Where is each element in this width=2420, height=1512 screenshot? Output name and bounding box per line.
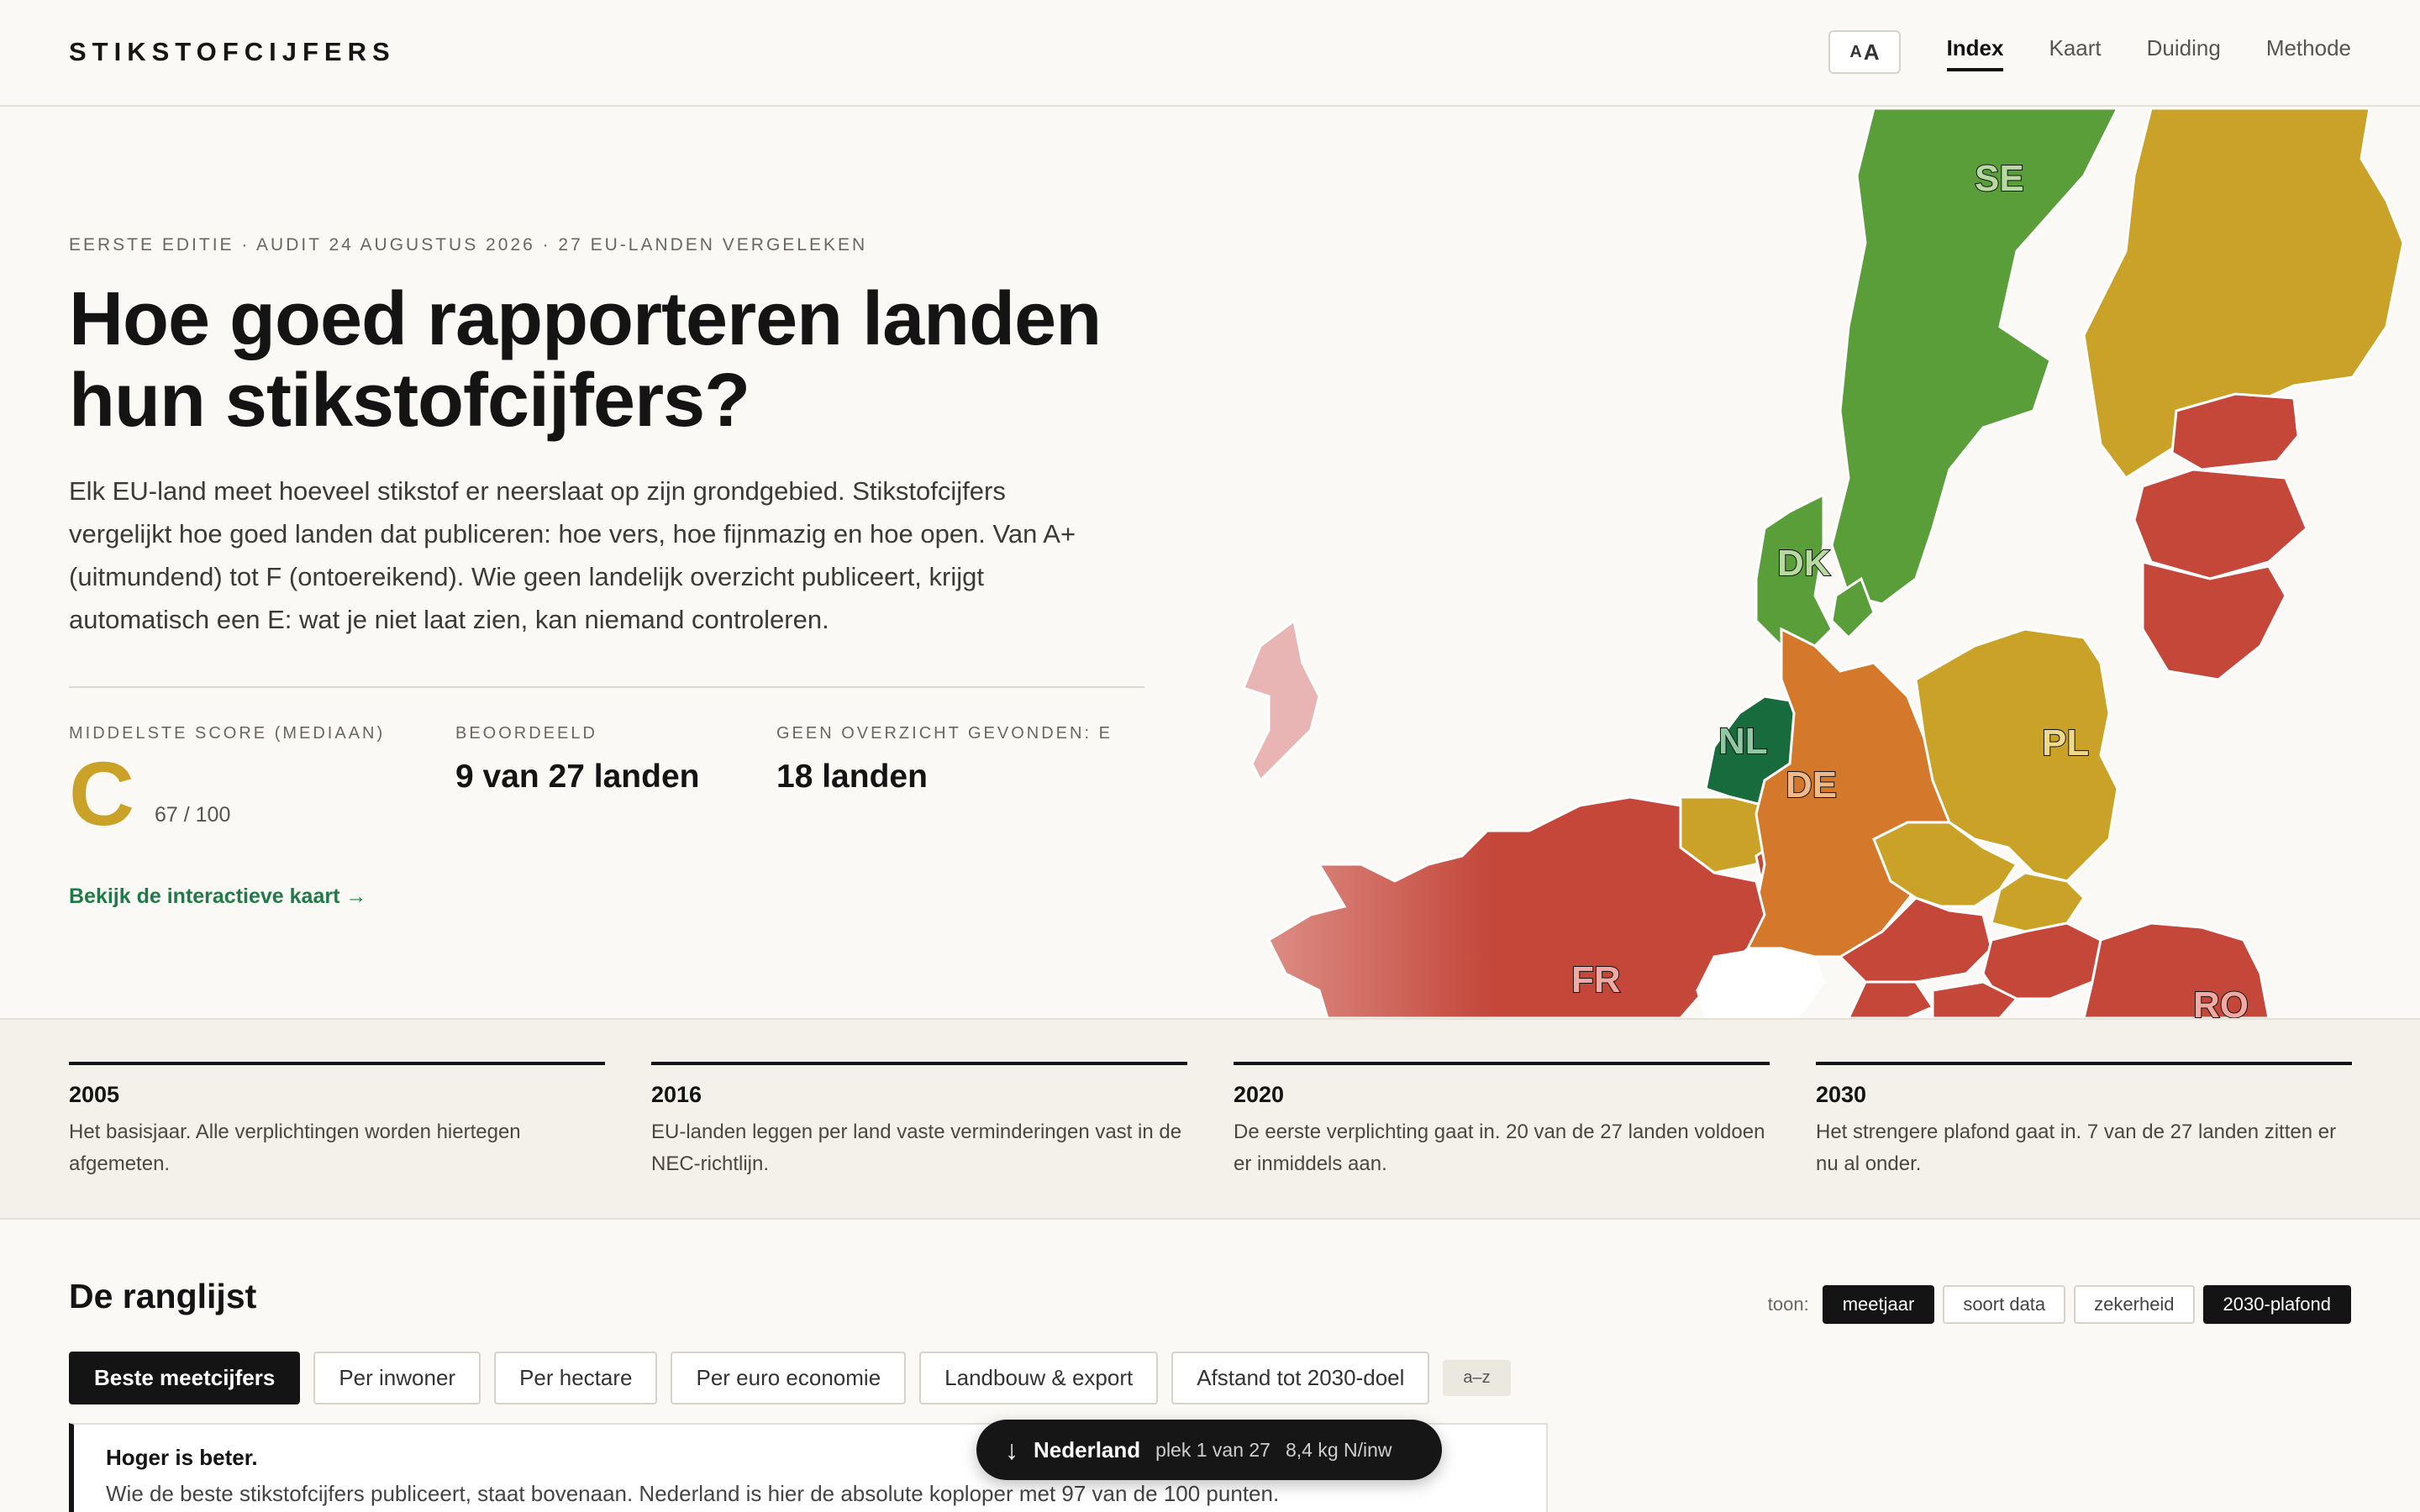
intro-paragraph: Elk EU-land meet hoeveel stikstof er nee… <box>69 476 1076 634</box>
tab-per-inwoner[interactable]: Per inwoner <box>313 1352 481 1404</box>
view-toggle-label: toon: <box>1767 1294 1809 1315</box>
nav-item-kaart[interactable]: Kaart <box>2049 35 2101 71</box>
font-size-small-glyph: A <box>1849 42 1862 61</box>
pill-value: 8,4 kg N/inw <box>1285 1438 1392 1461</box>
country-ireland[interactable] <box>1242 618 1321 783</box>
timeline-item-2016: 2016 EU-landen leggen per land vaste ver… <box>651 1062 1187 1180</box>
tab-per-hectare[interactable]: Per hectare <box>494 1352 658 1404</box>
country-estonia[interactable] <box>2170 392 2300 471</box>
timeline: 2005 Het basisjaar. Alle verplichtingen … <box>0 1018 2420 1220</box>
ranking-tabs: Beste meetcijfers Per inwoner Per hectar… <box>69 1352 1511 1404</box>
timeline-item-2005: 2005 Het basisjaar. Alle verplichtingen … <box>69 1062 605 1180</box>
nav-item-methode[interactable]: Methode <box>2266 35 2351 71</box>
country-latvia[interactable] <box>2133 468 2308 580</box>
timeline-item-2030: 2030 Het strengere plafond gaat in. 7 va… <box>1816 1062 2352 1180</box>
interactive-map-link[interactable]: Bekijk de interactieve kaart → <box>69 885 366 909</box>
main-nav: Index Kaart Duiding Methode <box>1946 35 2351 71</box>
toggle-meetjaar[interactable]: meetjaar <box>1822 1285 1935 1324</box>
no-overview-value: 18 landen <box>776 759 928 795</box>
nav-item-index[interactable]: Index <box>1946 35 2004 71</box>
no-overview-stat: GEEN OVERZICHT GEVONDEN: E 18 landen <box>776 724 1113 795</box>
toggle-2030-plafond[interactable]: 2030-plafond <box>2202 1285 2351 1324</box>
pill-rank: plek 1 van 27 <box>1155 1438 1270 1461</box>
toggle-zekerheid[interactable]: zekerheid <box>2074 1285 2195 1324</box>
pill-country: Nederland <box>1034 1436 1141 1462</box>
brand-logo[interactable]: STIKSTOFCIJFERS <box>69 37 396 67</box>
map-label-pl: PL <box>2042 722 2089 764</box>
page-title: Hoe goed rapporteren landen hun stikstof… <box>69 277 1102 443</box>
map-label-nl: NL <box>1718 721 1768 762</box>
timeline-text: Het strengere plafond gaat in. 7 van de … <box>1816 1121 2337 1175</box>
map-label-fr: FR <box>1571 959 1621 1000</box>
no-overview-label: GEEN OVERZICHT GEVONDEN: E <box>776 724 1113 743</box>
rated-label: BEOORDEELD <box>455 724 597 743</box>
nav-item-duiding[interactable]: Duiding <box>2147 35 2221 71</box>
explainer-text: Wie de beste stikstofcijfers publiceert,… <box>106 1481 1280 1506</box>
timeline-year: 2016 <box>651 1082 702 1107</box>
top-bar: STIKSTOFCIJFERS AA Index Kaart Duiding M… <box>0 0 2420 107</box>
median-grade: C <box>69 743 134 844</box>
map-label-ro: RO <box>2193 984 2249 1018</box>
timeline-text: Het basisjaar. Alle verplichtingen worde… <box>69 1121 521 1175</box>
stats-divider <box>69 686 1144 688</box>
arrow-down-icon: ↓ <box>1005 1434 1018 1465</box>
edition-eyebrow: EERSTE EDITIE · AUDIT 24 AUGUSTUS 2026 ·… <box>69 235 868 255</box>
median-score-stat: MIDDELSTE SCORE (MEDIAAN) C 67 / 100 <box>69 724 385 841</box>
timeline-year: 2005 <box>69 1082 120 1107</box>
country-switzerland <box>1696 947 1825 1018</box>
toggle-soort-data[interactable]: soort data <box>1943 1285 2066 1324</box>
country-hungary[interactable] <box>1981 921 2102 1000</box>
tab-per-euro-economie[interactable]: Per euro economie <box>671 1352 907 1404</box>
sort-az-button[interactable]: a–z <box>1443 1360 1511 1396</box>
view-toggle-group: toon: meetjaar soort data zekerheid 2030… <box>1768 1285 2351 1324</box>
font-size-toggle-button[interactable]: AA <box>1828 30 1901 74</box>
median-score-label: MIDDELSTE SCORE (MEDIAAN) <box>69 724 386 743</box>
median-score-value: 67 / 100 <box>155 803 231 827</box>
jump-to-country-pill[interactable]: ↓ Nederland plek 1 van 27 8,4 kg N/inw <box>976 1420 1442 1480</box>
tab-landbouw-export[interactable]: Landbouw & export <box>919 1352 1159 1404</box>
ranking-title: De ranglijst <box>69 1277 257 1315</box>
hero-section: EERSTE EDITIE · AUDIT 24 AUGUSTUS 2026 ·… <box>0 108 2420 1018</box>
timeline-item-2020: 2020 De eerste verplichting gaat in. 20 … <box>1234 1062 1770 1180</box>
timeline-year: 2030 <box>1816 1082 1867 1107</box>
country-lithuania[interactable] <box>2141 560 2287 681</box>
map-label-dk: DK <box>1777 543 1831 584</box>
rated-stat: BEOORDEELD 9 van 27 landen <box>455 724 699 795</box>
map-label-se: SE <box>1975 158 2024 199</box>
font-size-large-glyph: A <box>1863 39 1880 65</box>
timeline-text: De eerste verplichting gaat in. 20 van d… <box>1234 1121 1765 1175</box>
tab-afstand-2030-doel[interactable]: Afstand tot 2030-doel <box>1171 1352 1430 1404</box>
tab-beste-meetcijfers[interactable]: Beste meetcijfers <box>69 1352 301 1404</box>
country-slovenia[interactable] <box>1847 980 1935 1018</box>
rated-value: 9 van 27 landen <box>455 759 700 795</box>
timeline-year: 2020 <box>1234 1082 1285 1107</box>
map-label-de: DE <box>1786 764 1837 806</box>
timeline-text: EU-landen leggen per land vaste verminde… <box>651 1121 1182 1175</box>
europe-map[interactable]: SE DK NL DE PL FR RO <box>1176 108 2420 1018</box>
